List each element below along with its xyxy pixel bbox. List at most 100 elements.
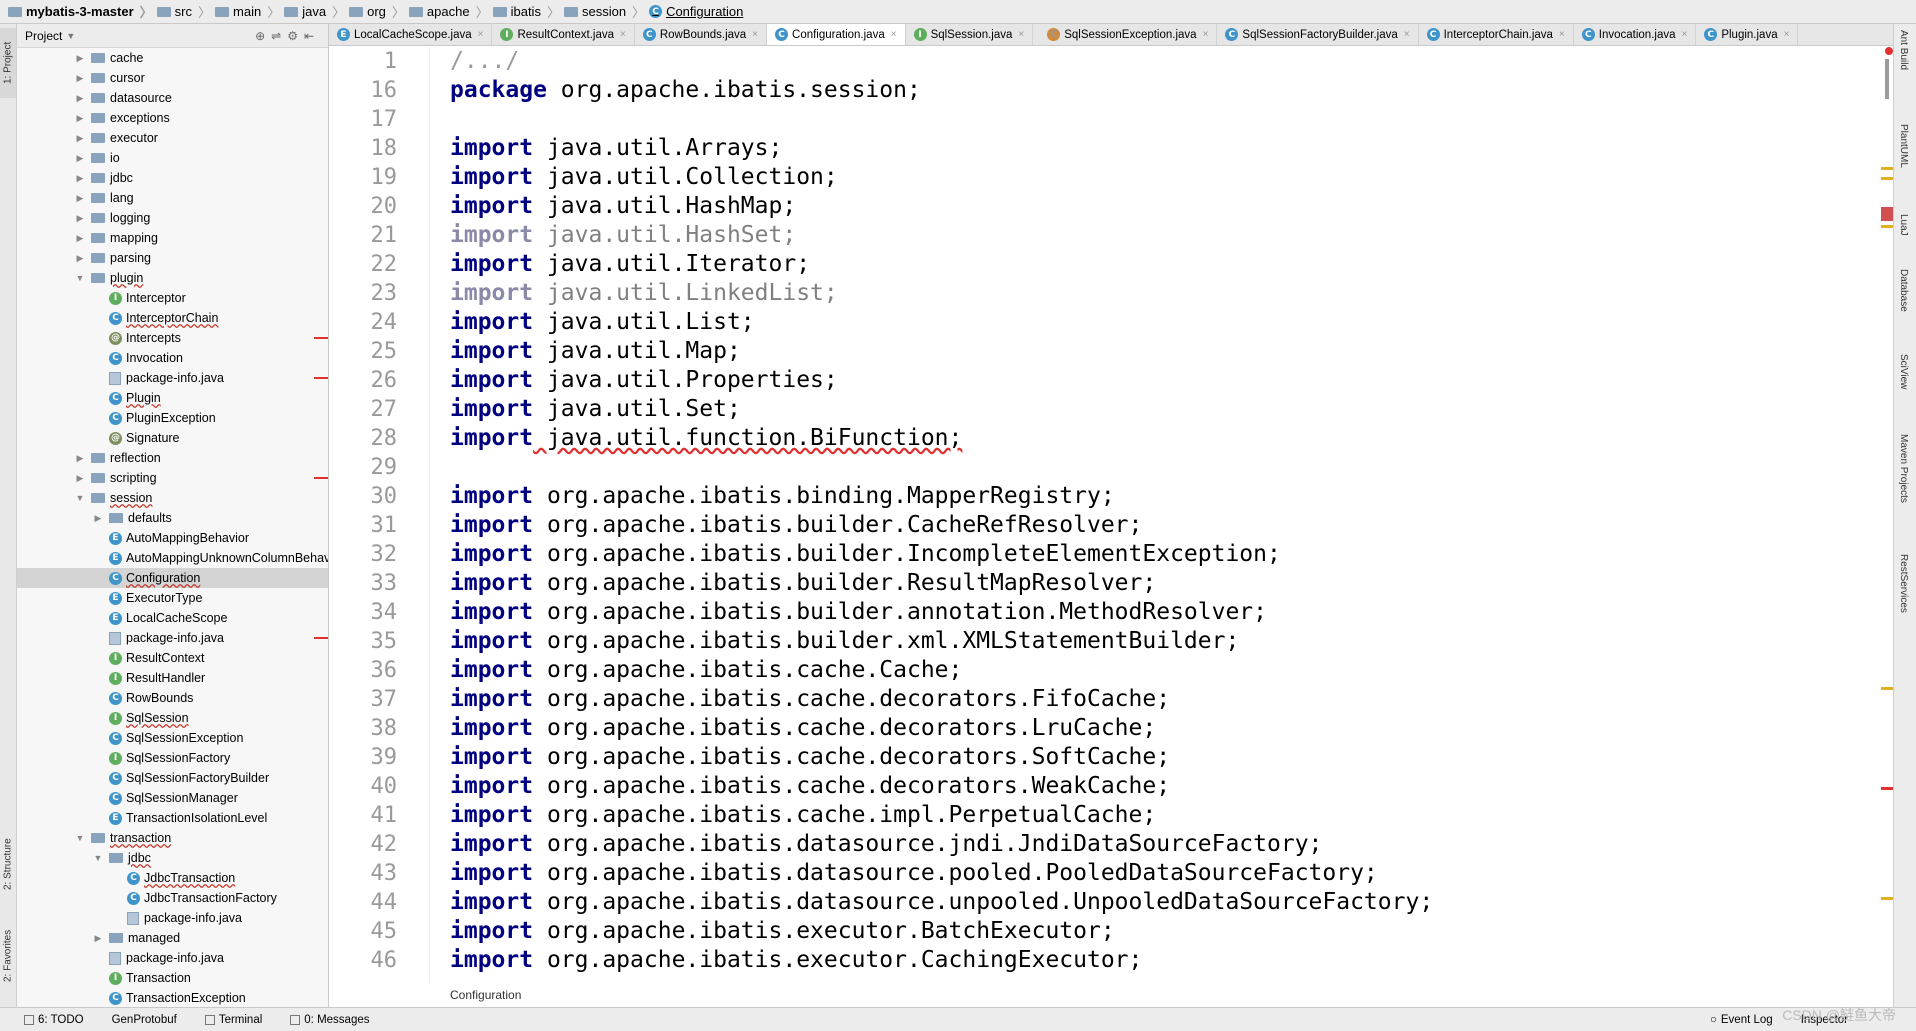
code-line[interactable]: import org.apache.ibatis.datasource.unpo… xyxy=(450,888,1870,917)
code-line[interactable]: import org.apache.ibatis.cache.decorator… xyxy=(450,685,1870,714)
code-line[interactable]: import org.apache.ibatis.builder.annotat… xyxy=(450,598,1870,627)
collapse-arrow-icon[interactable]: ▶ xyxy=(75,113,85,124)
code-line[interactable]: import java.util.List; xyxy=(450,308,1870,337)
scrollbar-thumb[interactable] xyxy=(1885,59,1889,99)
close-icon[interactable]: × xyxy=(752,29,758,40)
editor-tab[interactable]: E LocalCacheScope.java × xyxy=(329,24,493,45)
tool-window-database[interactable]: Database xyxy=(1898,269,1909,312)
editor-tab[interactable]: C Configuration.java × xyxy=(767,24,906,45)
tool-window-project[interactable]: 1: Project xyxy=(0,28,16,98)
breadcrumb-item[interactable]: org 〉 xyxy=(349,2,405,21)
expand-arrow-icon[interactable]: ▼ xyxy=(93,853,103,863)
tree-item[interactable]: C Configuration xyxy=(17,568,328,588)
collapse-arrow-icon[interactable]: ▶ xyxy=(75,453,85,464)
editor-error-stripe[interactable] xyxy=(1881,47,1893,982)
warning-marker[interactable] xyxy=(1881,897,1893,900)
tree-item[interactable]: ▶ exceptions xyxy=(17,108,328,128)
breadcrumb-item[interactable]: ibatis 〉 xyxy=(492,2,560,21)
breadcrumb-item[interactable]: C Configuration xyxy=(649,4,743,19)
code-line[interactable]: import java.util.LinkedList; xyxy=(450,279,1870,308)
tree-item[interactable]: ▼ jdbc xyxy=(17,848,328,868)
tree-item[interactable]: E ExecutorType xyxy=(17,588,328,608)
tool-window-luaj[interactable]: LuaJ xyxy=(1898,214,1909,236)
close-icon[interactable]: × xyxy=(891,29,897,40)
collapse-arrow-icon[interactable]: ▶ xyxy=(93,933,103,944)
terminal-tool-button[interactable]: Terminal xyxy=(204,1014,262,1026)
tree-item[interactable]: ▼ session xyxy=(17,488,328,508)
editor-tab[interactable]: C RowBounds.java × xyxy=(635,24,768,45)
editor-tab[interactable]: C Plugin.java × xyxy=(1696,24,1799,45)
close-icon[interactable]: × xyxy=(1018,29,1024,40)
tree-item[interactable]: ▶ parsing xyxy=(17,248,328,268)
code-line[interactable]: import org.apache.ibatis.binding.MapperR… xyxy=(450,482,1870,511)
tree-item[interactable]: ▼ transaction xyxy=(17,828,328,848)
tree-item[interactable]: ▼ plugin xyxy=(17,268,328,288)
collapse-arrow-icon[interactable]: ▶ xyxy=(75,153,85,164)
tree-item[interactable]: C Plugin xyxy=(17,388,328,408)
error-marker[interactable] xyxy=(1881,207,1893,221)
breadcrumb-item[interactable]: src 〉 xyxy=(156,2,211,21)
tree-item[interactable]: package-info.java xyxy=(17,908,328,928)
close-icon[interactable]: × xyxy=(478,29,484,40)
code-line[interactable]: import org.apache.ibatis.datasource.jndi… xyxy=(450,830,1870,859)
collapse-arrow-icon[interactable]: ▶ xyxy=(75,193,85,204)
code-line[interactable]: import java.util.Iterator; xyxy=(450,250,1870,279)
code-line[interactable]: import org.apache.ibatis.cache.Cache; xyxy=(450,656,1870,685)
collapse-arrow-icon[interactable]: ▶ xyxy=(75,233,85,244)
editor-tab[interactable]: C InterceptorChain.java × xyxy=(1419,24,1574,45)
code-line[interactable]: import org.apache.ibatis.cache.decorator… xyxy=(450,743,1870,772)
warning-marker[interactable] xyxy=(1881,687,1893,690)
breadcrumb-item[interactable]: main 〉 xyxy=(215,2,280,21)
tree-item[interactable]: C SqlSessionFactoryBuilder xyxy=(17,768,328,788)
tree-item[interactable]: C SqlSessionManager xyxy=(17,788,328,808)
tree-item[interactable]: ▶ datasource xyxy=(17,88,328,108)
collapse-arrow-icon[interactable]: ▶ xyxy=(75,173,85,184)
close-icon[interactable]: × xyxy=(1203,29,1209,40)
close-icon[interactable]: × xyxy=(1404,29,1410,40)
code-line[interactable]: import org.apache.ibatis.builder.xml.XML… xyxy=(450,627,1870,656)
tool-window-structure[interactable]: 2: Structure xyxy=(0,824,16,904)
tree-item[interactable]: I Interceptor xyxy=(17,288,328,308)
collapse-arrow-icon[interactable]: ▶ xyxy=(75,213,85,224)
expand-arrow-icon[interactable]: ▼ xyxy=(75,833,85,843)
code-editor[interactable]: /.../package org.apache.ibatis.session; i… xyxy=(450,47,1870,982)
tree-item[interactable]: I ResultHandler xyxy=(17,668,328,688)
folded-region[interactable]: /.../ xyxy=(450,48,519,74)
code-line[interactable]: import java.util.Properties; xyxy=(450,366,1870,395)
tool-window-favorites[interactable]: 2: Favorites xyxy=(0,916,16,996)
editor-tab[interactable]: I ResultContext.java × xyxy=(492,24,635,45)
tree-item[interactable]: I ResultContext xyxy=(17,648,328,668)
code-line[interactable]: import java.util.HashMap; xyxy=(450,192,1870,221)
todo-tool-button[interactable]: 6: TODO xyxy=(24,1014,84,1026)
tree-item[interactable]: package-info.java xyxy=(17,368,328,388)
tree-item[interactable]: ▶ logging xyxy=(17,208,328,228)
editor-tab[interactable]: I SqlSession.java × xyxy=(906,24,1034,45)
breadcrumb-item[interactable]: session 〉 xyxy=(563,2,645,21)
breadcrumb-item[interactable]: mybatis-3-master 〉 xyxy=(8,2,153,21)
chevron-down-icon[interactable]: ▼ xyxy=(66,31,75,41)
tree-item[interactable]: ▶ managed xyxy=(17,928,328,948)
collapse-arrow-icon[interactable]: ▶ xyxy=(75,73,85,84)
tree-item[interactable]: C TransactionException xyxy=(17,988,328,1007)
tree-item[interactable]: I Transaction xyxy=(17,968,328,988)
code-line[interactable]: import org.apache.ibatis.builder.ResultM… xyxy=(450,569,1870,598)
tree-item[interactable]: ▶ jdbc xyxy=(17,168,328,188)
editor-tab[interactable]: C Invocation.java × xyxy=(1574,24,1697,45)
tree-item[interactable]: E LocalCacheScope xyxy=(17,608,328,628)
genprotobuf-tool-button[interactable]: GenProtobuf xyxy=(112,1014,177,1026)
code-line[interactable]: import java.util.Set; xyxy=(450,395,1870,424)
close-icon[interactable]: × xyxy=(620,29,626,40)
tree-item[interactable]: ▶ mapping xyxy=(17,228,328,248)
tree-item[interactable]: E AutoMappingBehavior xyxy=(17,528,328,548)
tree-item[interactable]: ▶ cursor xyxy=(17,68,328,88)
code-line[interactable]: import org.apache.ibatis.builder.CacheRe… xyxy=(450,511,1870,540)
tree-item[interactable]: C RowBounds xyxy=(17,688,328,708)
code-line[interactable]: import org.apache.ibatis.builder.Incompl… xyxy=(450,540,1870,569)
warning-marker[interactable] xyxy=(1881,177,1893,180)
tree-item[interactable]: C PluginException xyxy=(17,408,328,428)
error-marker[interactable] xyxy=(1881,787,1893,790)
expand-arrow-icon[interactable]: ▼ xyxy=(75,493,85,503)
tree-item[interactable]: C InterceptorChain xyxy=(17,308,328,328)
code-line[interactable]: import java.util.Collection; xyxy=(450,163,1870,192)
code-line[interactable]: import java.util.Arrays; xyxy=(450,134,1870,163)
